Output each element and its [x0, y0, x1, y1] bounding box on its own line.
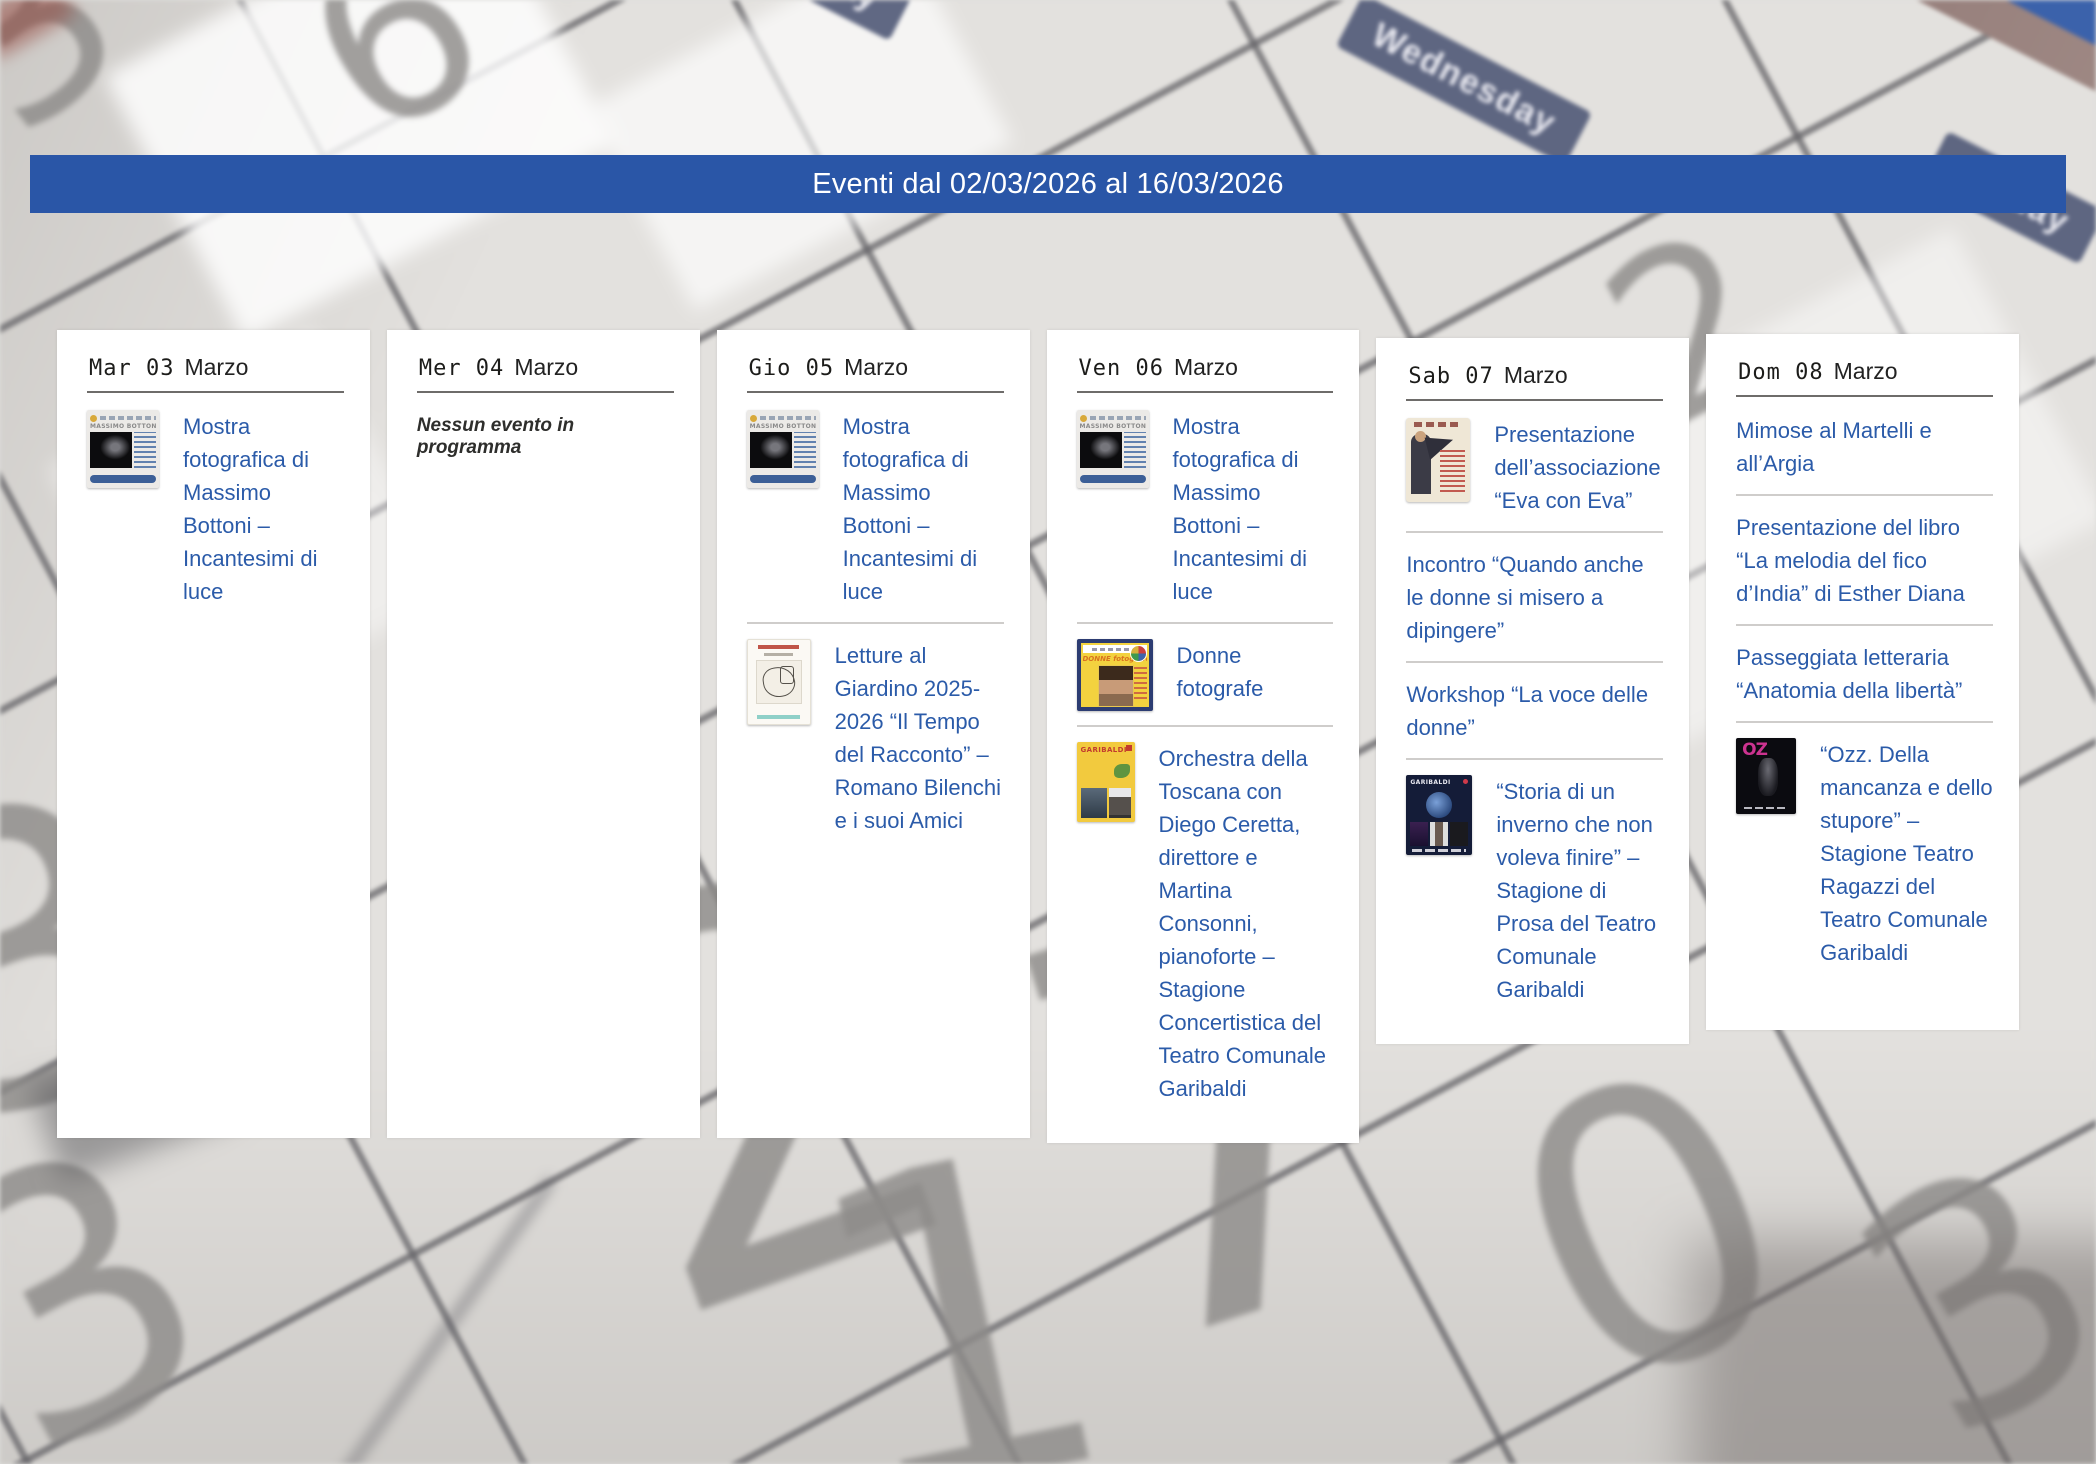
event-thumbnail-art: GARIBALDI: [1406, 775, 1472, 855]
event-list: MASSIMO BOTTONI Mostra fotografica di Ma…: [747, 395, 1004, 851]
no-events-text: Nessun evento in programma: [417, 415, 674, 459]
event-list: Presentazione dell’associazione “Eva con…: [1406, 403, 1663, 1020]
day-month-label: Marzo: [184, 354, 248, 381]
event-thumbnail[interactable]: [1406, 418, 1470, 502]
event-row: Workshop “La voce delle donne”: [1406, 663, 1663, 758]
page-title-banner: Eventi dal 02/03/2026 al 16/03/2026: [30, 155, 2066, 213]
event-link[interactable]: Donne fotografe: [1177, 639, 1334, 705]
day-month-label: Marzo: [514, 354, 578, 381]
event-link[interactable]: Passeggiata letteraria “Anatomia della l…: [1736, 641, 1993, 707]
event-link[interactable]: Mostra fotografica di Massimo Bottoni – …: [1173, 410, 1334, 608]
event-link[interactable]: Presentazione del libro “La melodia del …: [1736, 511, 1993, 610]
event-thumbnail-art: [747, 639, 811, 725]
event-row: Passeggiata letteraria “Anatomia della l…: [1736, 626, 1993, 721]
event-link[interactable]: Workshop “La voce delle donne”: [1406, 678, 1663, 744]
day-column: Mer 04 Marzo Nessun evento in programma: [387, 330, 700, 1138]
event-link[interactable]: Mostra fotografica di Massimo Bottoni – …: [843, 410, 1004, 608]
day-header: Dom 08 Marzo: [1736, 354, 1993, 397]
event-link[interactable]: Incontro “Quando anche le donne si miser…: [1406, 548, 1663, 647]
event-thumbnail[interactable]: [747, 639, 811, 725]
event-list: MASSIMO BOTTONI Mostra fotografica di Ma…: [87, 395, 344, 622]
day-date-label: Gio 05: [749, 356, 834, 381]
event-row: DONNE fotografe Donne fotografe: [1077, 624, 1334, 725]
day-column: Sab 07 Marzo Presentazione dell’associaz…: [1376, 338, 1689, 1044]
day-column: Mar 03 Marzo MASSIMO BOTTONI Mostra foto…: [57, 330, 370, 1138]
event-link[interactable]: Presentazione dell’associazione “Eva con…: [1494, 418, 1663, 517]
event-thumbnail-art: DONNE fotografe: [1077, 639, 1153, 711]
event-link[interactable]: Mimose al Martelli e all’Argia: [1736, 414, 1993, 480]
day-header: Mar 03 Marzo: [87, 350, 344, 393]
event-list: MASSIMO BOTTONI Mostra fotografica di Ma…: [1077, 395, 1334, 1119]
event-list: Nessun evento in programma: [417, 415, 674, 459]
event-thumbnail-art: MASSIMO BOTTONI: [87, 410, 159, 488]
event-thumbnail-art: OZ: [1736, 738, 1796, 814]
event-thumbnail[interactable]: MASSIMO BOTTONI: [747, 410, 819, 488]
shadow-streak: [1690, 1240, 2096, 1464]
day-column: Dom 08 Marzo Mimose al Martelli e all’Ar…: [1706, 334, 2019, 1030]
event-link[interactable]: Letture al Giardino 2025-2026 “Il Tempo …: [835, 639, 1004, 837]
day-column: Ven 06 Marzo MASSIMO BOTTONI Mostra foto…: [1047, 330, 1360, 1143]
events-grid: Mar 03 Marzo MASSIMO BOTTONI Mostra foto…: [57, 330, 2019, 1143]
page-title: Eventi dal 02/03/2026 al 16/03/2026: [812, 168, 1283, 201]
day-month-label: Marzo: [1504, 362, 1568, 389]
event-thumbnail-art: MASSIMO BOTTONI: [747, 410, 819, 488]
event-row: GARIBALDI “Storia di un inverno che non …: [1406, 760, 1663, 1020]
event-thumbnail[interactable]: DONNE fotografe: [1077, 639, 1153, 711]
day-header: Ven 06 Marzo: [1077, 350, 1334, 393]
day-header: Gio 05 Marzo: [747, 350, 1004, 393]
event-row: Presentazione del libro “La melodia del …: [1736, 496, 1993, 624]
day-date-label: Dom 08: [1738, 360, 1823, 385]
day-column: Gio 05 Marzo MASSIMO BOTTONI Mostra foto…: [717, 330, 1030, 1138]
event-row: MASSIMO BOTTONI Mostra fotografica di Ma…: [747, 395, 1004, 622]
event-row: Mimose al Martelli e all’Argia: [1736, 399, 1993, 494]
event-link[interactable]: “Storia di un inverno che non voleva fin…: [1496, 775, 1663, 1006]
day-month-label: Marzo: [844, 354, 908, 381]
day-month-label: Marzo: [1174, 354, 1238, 381]
day-month-label: Marzo: [1834, 358, 1898, 385]
day-date-label: Mar 03: [89, 356, 174, 381]
event-row: Letture al Giardino 2025-2026 “Il Tempo …: [747, 624, 1004, 851]
event-row: MASSIMO BOTTONI Mostra fotografica di Ma…: [1077, 395, 1334, 622]
event-thumbnail[interactable]: MASSIMO BOTTONI: [1077, 410, 1149, 488]
event-thumbnail-art: [1406, 418, 1470, 502]
event-thumbnail[interactable]: GARIBALDI: [1077, 742, 1135, 822]
event-thumbnail[interactable]: MASSIMO BOTTONI: [87, 410, 159, 488]
day-header: Sab 07 Marzo: [1406, 358, 1663, 401]
event-link[interactable]: Mostra fotografica di Massimo Bottoni – …: [183, 410, 344, 608]
day-header: Mer 04 Marzo: [417, 350, 674, 393]
event-thumbnail[interactable]: GARIBALDI: [1406, 775, 1472, 855]
event-link[interactable]: Orchestra della Toscana con Diego Cerett…: [1159, 742, 1334, 1105]
day-date-label: Ven 06: [1079, 356, 1164, 381]
event-row: Incontro “Quando anche le donne si miser…: [1406, 533, 1663, 661]
event-row: Presentazione dell’associazione “Eva con…: [1406, 403, 1663, 531]
event-thumbnail-art: MASSIMO BOTTONI: [1077, 410, 1149, 488]
day-date-label: Mer 04: [419, 356, 504, 381]
event-thumbnail-art: GARIBALDI: [1077, 742, 1135, 822]
event-row: MASSIMO BOTTONI Mostra fotografica di Ma…: [87, 395, 344, 622]
event-thumbnail[interactable]: OZ: [1736, 738, 1796, 814]
event-row: GARIBALDI Orchestra della Toscana con Di…: [1077, 727, 1334, 1119]
event-row: OZ “Ozz. Della mancanza e dello stupore”…: [1736, 723, 1993, 983]
day-date-label: Sab 07: [1408, 364, 1493, 389]
event-list: Mimose al Martelli e all’Argia Presentaz…: [1736, 399, 1993, 983]
event-link[interactable]: “Ozz. Della mancanza e dello stupore” – …: [1820, 738, 1993, 969]
